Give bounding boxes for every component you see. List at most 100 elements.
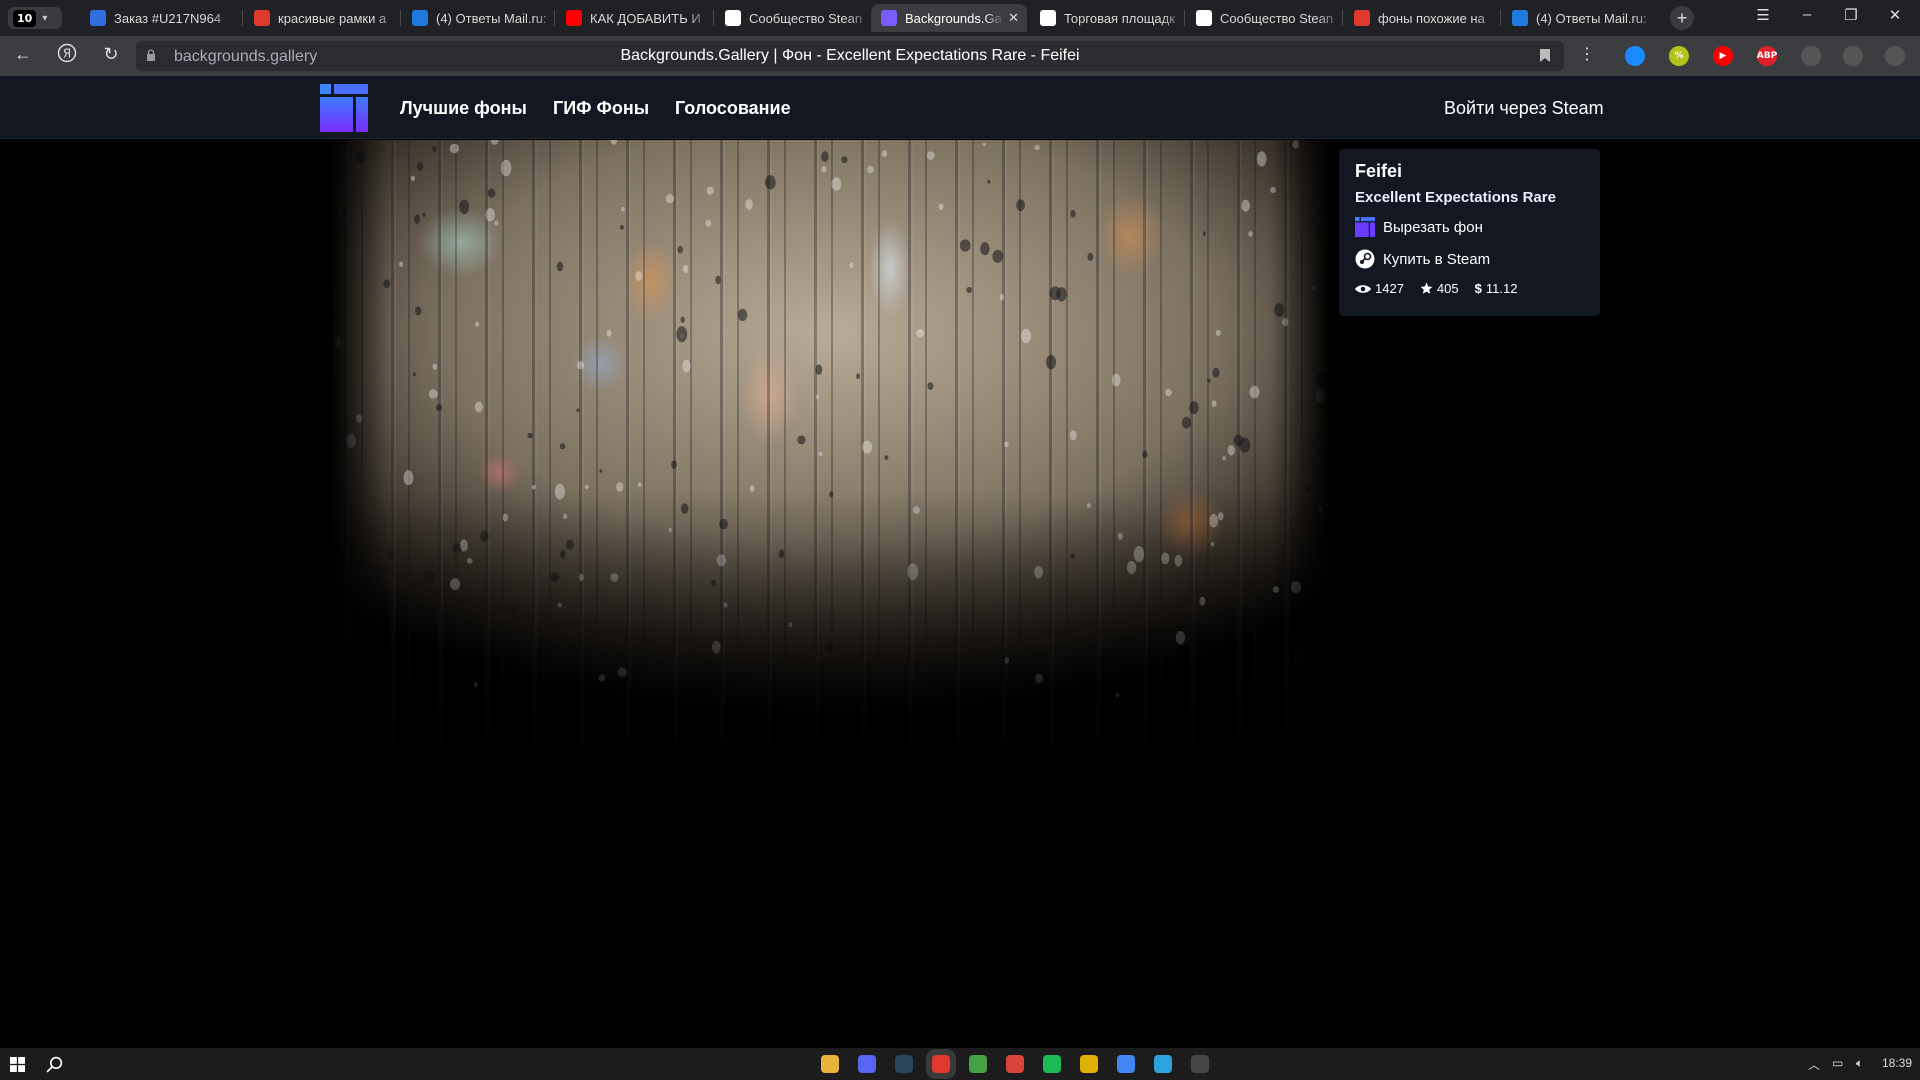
tab-separator	[242, 10, 243, 26]
tab-title: красивые рамки а	[278, 10, 387, 26]
nav-best-backgrounds[interactable]: Лучшие фоны	[400, 98, 527, 119]
address-row: ← Я ↻ backgrounds.gallery Backgrounds.Ga…	[0, 36, 1920, 76]
tab-bar: 10 ▾ Заказ #U217N964 красивые рамки а (4) …	[0, 0, 1920, 36]
background-preview-image	[330, 140, 1330, 780]
back-icon[interactable]: ←	[10, 44, 36, 68]
restore-icon[interactable]: ❐	[1836, 6, 1866, 24]
tab-separator	[713, 10, 714, 26]
tab-title: Сообщество Stean	[1220, 10, 1334, 26]
app-red-icon[interactable]	[1006, 1055, 1024, 1073]
yandex-home-icon[interactable]: Я	[54, 43, 80, 67]
network-icon[interactable]: ▭	[1832, 1056, 1843, 1070]
views-stat: 1427	[1355, 281, 1404, 296]
more-vertical-icon[interactable]: ⋮	[1574, 44, 1600, 68]
freelance-f-icon	[90, 10, 106, 26]
cut-background-link[interactable]: Вырезать фон	[1355, 217, 1483, 237]
mail-answers-icon	[412, 10, 428, 26]
nav-gif-backgrounds[interactable]: ГИФ Фоны	[553, 98, 649, 119]
close-tab-icon[interactable]: ✕	[1008, 10, 1019, 26]
utorrent-icon[interactable]	[969, 1055, 987, 1073]
tab-3[interactable]: КАК ДОБАВИТЬ И	[556, 4, 712, 32]
login-steam-link[interactable]: Войти через Steam	[1444, 98, 1604, 119]
tab-title: Торговая площадк	[1064, 10, 1175, 26]
tab-separator	[1184, 10, 1185, 26]
backgrounds-gallery-icon	[1355, 217, 1375, 237]
app-yellow-icon[interactable]	[1080, 1055, 1098, 1073]
extensions-icon[interactable]	[1843, 46, 1863, 66]
windows-taskbar: ︿ ▭ 🔈︎ 18:39	[0, 1048, 1920, 1080]
buy-steam-link[interactable]: Купить в Steam	[1355, 249, 1490, 269]
yandex-icon	[254, 10, 270, 26]
windows-start-icon[interactable]	[10, 1057, 25, 1072]
backgrounds-gallery-icon	[881, 10, 897, 26]
discord-icon[interactable]	[858, 1055, 876, 1073]
reload-icon[interactable]: ↻	[98, 44, 124, 68]
coupon-icon[interactable]: %	[1669, 46, 1689, 66]
search-icon[interactable]	[46, 1056, 63, 1073]
cut-background-label: Вырезать фон	[1383, 218, 1483, 236]
tab-count: 10	[13, 9, 37, 27]
eye-icon	[1355, 284, 1371, 293]
tab-title: (4) Ответы Mail.ru:	[1536, 10, 1647, 26]
media-play-icon[interactable]	[1801, 46, 1821, 66]
minimize-icon[interactable]: –	[1792, 6, 1822, 23]
tab-separator	[1500, 10, 1501, 26]
tab-title: фоны похожие на	[1378, 10, 1485, 26]
steam-icon	[1355, 249, 1375, 269]
yandex-browser-icon[interactable]	[932, 1055, 950, 1073]
stats-row: 1427 405 $ 11.12	[1355, 281, 1517, 296]
views-count: 1427	[1375, 281, 1404, 296]
tab-7[interactable]: Сообщество Stean	[1186, 4, 1342, 32]
steam-icon[interactable]	[895, 1055, 913, 1073]
tab-4[interactable]: Сообщество Stean	[715, 4, 871, 32]
tab-0[interactable]: Заказ #U217N964	[80, 4, 236, 32]
spotify-icon[interactable]	[1043, 1055, 1061, 1073]
tab-title: Сообщество Stean	[749, 10, 863, 26]
tab-9[interactable]: (4) Ответы Mail.ru:	[1502, 4, 1658, 32]
yandex-icon	[1354, 10, 1370, 26]
chrome-icon[interactable]	[1117, 1055, 1135, 1073]
shazam-icon[interactable]	[1625, 46, 1645, 66]
chevron-down-icon: ▾	[42, 12, 48, 24]
background-info-card: Feifei Excellent Expectations Rare Вырез…	[1339, 149, 1600, 316]
tab-title: (4) Ответы Mail.ru:	[436, 10, 547, 26]
stars-count: 405	[1436, 281, 1459, 296]
stars-stat: 405	[1420, 281, 1459, 296]
price-value: 11.12	[1485, 281, 1518, 296]
backgrounds-gallery-logo[interactable]	[320, 84, 368, 132]
price-stat: $ 11.12	[1475, 281, 1518, 296]
adblock-plus-icon[interactable]: ABP	[1757, 46, 1777, 66]
nav-voting[interactable]: Голосование	[675, 98, 791, 119]
volume-icon[interactable]: 🔈︎	[1856, 1056, 1863, 1071]
tab-8[interactable]: фоны похожие на	[1344, 4, 1500, 32]
tab-separator	[554, 10, 555, 26]
file-explorer-icon[interactable]	[821, 1055, 839, 1073]
new-tab-button[interactable]: +	[1670, 6, 1694, 30]
menu-icon[interactable]: ☰	[1748, 6, 1778, 24]
tab-2[interactable]: (4) Ответы Mail.ru:	[402, 4, 558, 32]
tab-1[interactable]: красивые рамки а	[244, 4, 400, 32]
clock[interactable]: 18:39	[1882, 1056, 1912, 1070]
close-window-icon[interactable]: ✕	[1880, 6, 1910, 24]
tab-separator	[1342, 10, 1343, 26]
telegram-icon[interactable]	[1154, 1055, 1172, 1073]
tab-count-button[interactable]: 10 ▾	[8, 7, 62, 29]
game-name[interactable]: Feifei	[1355, 161, 1402, 182]
chevron-up-icon[interactable]: ︿	[1808, 1056, 1820, 1073]
tab-separator	[400, 10, 401, 26]
site-header: Лучшие фоны ГИФ Фоны Голосование Войти ч…	[0, 76, 1920, 139]
download-icon[interactable]	[1885, 46, 1905, 66]
youtube-icon[interactable]: ▶	[1713, 46, 1733, 66]
tab-title: Заказ #U217N964	[114, 10, 222, 26]
tab-6[interactable]: Торговая площадк	[1030, 4, 1186, 32]
tab-5[interactable]: Backgrounds.Ga ✕	[871, 4, 1027, 32]
tab-title: КАК ДОБАВИТЬ И	[590, 10, 701, 26]
steam-icon	[1196, 10, 1212, 26]
steam-icon	[1040, 10, 1056, 26]
dollar-icon: $	[1474, 281, 1482, 296]
mail-answers-icon	[1512, 10, 1528, 26]
tab-title: Backgrounds.Ga	[905, 10, 1002, 26]
app-dark-icon[interactable]	[1191, 1055, 1209, 1073]
address-bar[interactable]: backgrounds.gallery Backgrounds.Gallery …	[136, 41, 1564, 71]
svg-text:Я: Я	[63, 47, 71, 61]
